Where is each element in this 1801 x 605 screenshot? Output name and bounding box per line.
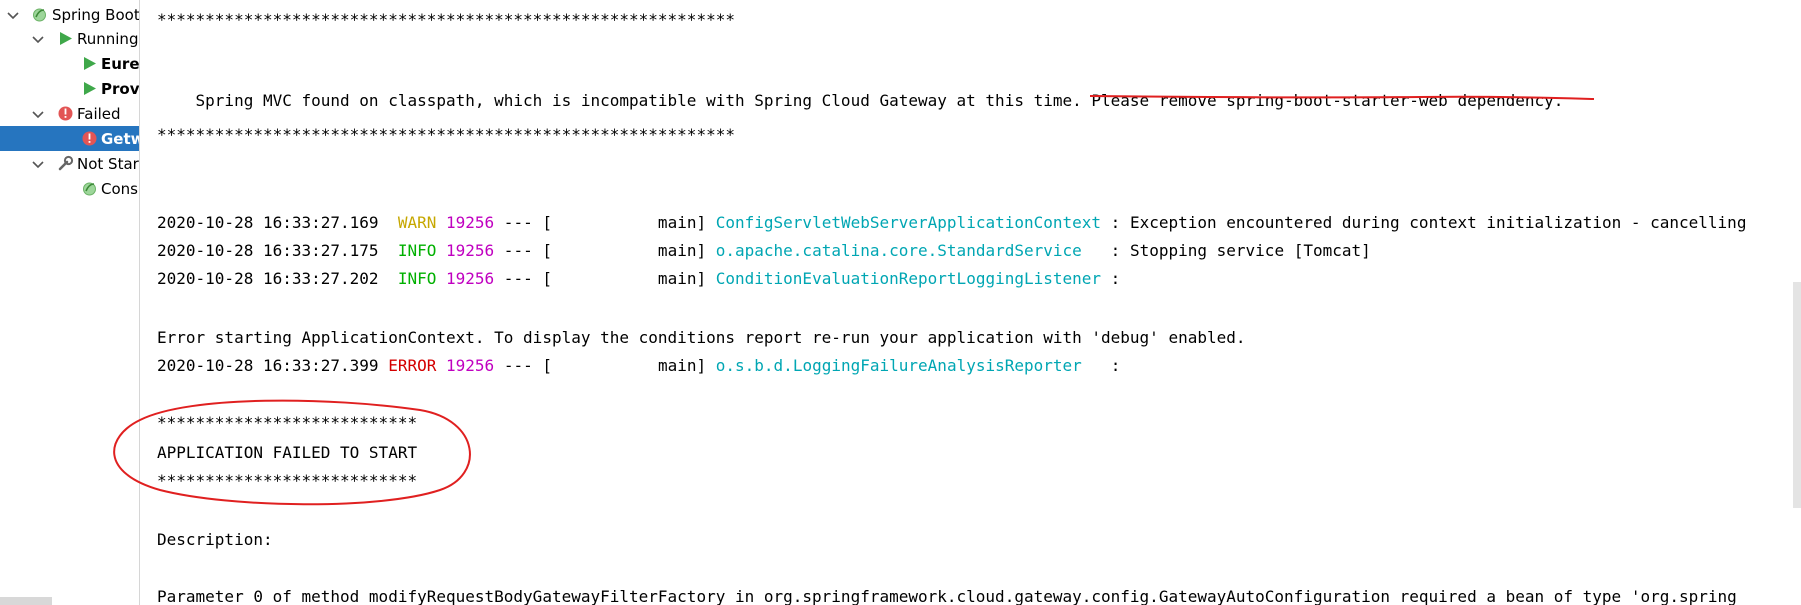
tree-label: Getw bbox=[101, 129, 139, 148]
chevron-down-icon[interactable] bbox=[31, 32, 45, 46]
tree-label: Failed bbox=[77, 104, 121, 123]
log-thread: main] bbox=[551, 213, 716, 232]
console-line: ****************************************… bbox=[157, 125, 735, 144]
log-pid: 19256 bbox=[446, 213, 495, 232]
error-icon bbox=[58, 106, 73, 121]
log-logger[interactable]: o.s.b.d.LoggingFailureAnalysisReporter bbox=[716, 356, 1101, 375]
log-line: 2020-10-28 16:33:27.202 INFO 19256 --- [… bbox=[157, 269, 1120, 289]
tree-label: Provi bbox=[101, 79, 140, 98]
mvc-remove-hint: Please remove spring-boot-starter-web de… bbox=[1091, 91, 1564, 110]
log-level: INFO bbox=[397, 241, 437, 260]
log-separator: --- [ bbox=[494, 356, 552, 375]
tree-node-spring-boot[interactable]: Spring Boot bbox=[0, 2, 139, 27]
log-line: 2020-10-28 16:33:27.169 WARN 19256 --- [… bbox=[157, 213, 1746, 233]
console-output[interactable]: *************************** *************… bbox=[140, 0, 1801, 605]
tree-node-eureka[interactable]: Eurel bbox=[0, 51, 139, 76]
log-timestamp: 2020-10-28 16:33:27.399 bbox=[157, 356, 379, 375]
console-line: Error starting ApplicationContext. To di… bbox=[157, 328, 1246, 347]
log-timestamp: 2020-10-28 16:33:27.202 bbox=[157, 269, 379, 288]
tree-label: Eurel bbox=[101, 54, 140, 73]
log-timestamp: 2020-10-28 16:33:27.169 bbox=[157, 213, 379, 232]
log-pid: 19256 bbox=[446, 269, 495, 288]
log-thread: main] bbox=[551, 269, 716, 288]
log-pid: 19256 bbox=[446, 241, 495, 260]
error-icon bbox=[82, 131, 97, 146]
tree-label: Spring Boot bbox=[52, 5, 140, 24]
console-line: *************************** bbox=[157, 413, 418, 432]
log-separator: --- [ bbox=[494, 213, 552, 232]
log-logger[interactable]: ConditionEvaluationReportLoggingListener bbox=[716, 269, 1101, 288]
log-message: : Exception encountered during context i… bbox=[1101, 213, 1747, 232]
chevron-down-icon[interactable] bbox=[31, 107, 45, 121]
tree-label: Cons bbox=[101, 179, 138, 198]
chevron-down-icon[interactable] bbox=[6, 8, 20, 22]
log-line: 2020-10-28 16:33:27.399 ERROR 19256 --- … bbox=[157, 356, 1120, 376]
tree-node-not-started[interactable]: Not Star bbox=[0, 151, 139, 176]
log-separator: --- [ bbox=[494, 241, 552, 260]
run-icon bbox=[84, 57, 96, 70]
console-line: Parameter 0 of method modifyRequestBodyG… bbox=[157, 587, 1737, 605]
tree-label: Running bbox=[77, 29, 139, 48]
console-line: Spring MVC found on classpath, which is … bbox=[157, 71, 1564, 110]
log-level: ERROR bbox=[388, 356, 437, 375]
log-thread: main] bbox=[551, 356, 716, 375]
log-thread: main] bbox=[551, 241, 716, 260]
log-separator: --- [ bbox=[494, 269, 552, 288]
tree-label: Not Star bbox=[77, 154, 139, 173]
log-message: : bbox=[1101, 269, 1121, 288]
spring-boot-icon bbox=[83, 182, 96, 196]
spring-boot-icon bbox=[33, 8, 46, 22]
app-failed-text: APPLICATION FAILED TO START bbox=[157, 443, 418, 462]
log-level: WARN bbox=[397, 213, 437, 232]
tree-node-running[interactable]: Running bbox=[0, 26, 139, 51]
wrench-icon bbox=[58, 155, 74, 171]
log-message: : bbox=[1101, 356, 1121, 375]
log-message: : Stopping service [Tomcat] bbox=[1101, 241, 1371, 260]
run-icon bbox=[84, 82, 96, 95]
log-line: 2020-10-28 16:33:27.175 INFO 19256 --- [… bbox=[157, 241, 1371, 261]
services-tree: Spring Boot Running Eurel Provi Failed G… bbox=[0, 0, 140, 605]
sidebar-scrollbar[interactable] bbox=[0, 597, 52, 605]
log-timestamp: 2020-10-28 16:33:27.175 bbox=[157, 241, 379, 260]
log-pid: 19256 bbox=[446, 356, 495, 375]
console-scrollbar[interactable] bbox=[1793, 282, 1801, 508]
console-line: *************************** bbox=[157, 471, 418, 490]
tree-node-provider[interactable]: Provi bbox=[0, 76, 139, 101]
log-level: INFO bbox=[397, 269, 437, 288]
description-label: Description: bbox=[157, 530, 273, 549]
chevron-down-icon[interactable] bbox=[31, 157, 45, 171]
mvc-message: Spring MVC found on classpath, which is … bbox=[195, 91, 1092, 110]
log-logger[interactable]: ConfigServletWebServerApplicationContext bbox=[716, 213, 1101, 232]
log-logger[interactable]: o.apache.catalina.core.StandardService bbox=[716, 241, 1101, 260]
console-line: ****************************************… bbox=[157, 10, 735, 29]
tree-node-gateway[interactable]: Getw bbox=[0, 126, 139, 151]
tree-node-failed[interactable]: Failed bbox=[0, 101, 139, 126]
run-icon bbox=[60, 32, 72, 45]
tree-node-consumer[interactable]: Cons bbox=[0, 176, 139, 201]
